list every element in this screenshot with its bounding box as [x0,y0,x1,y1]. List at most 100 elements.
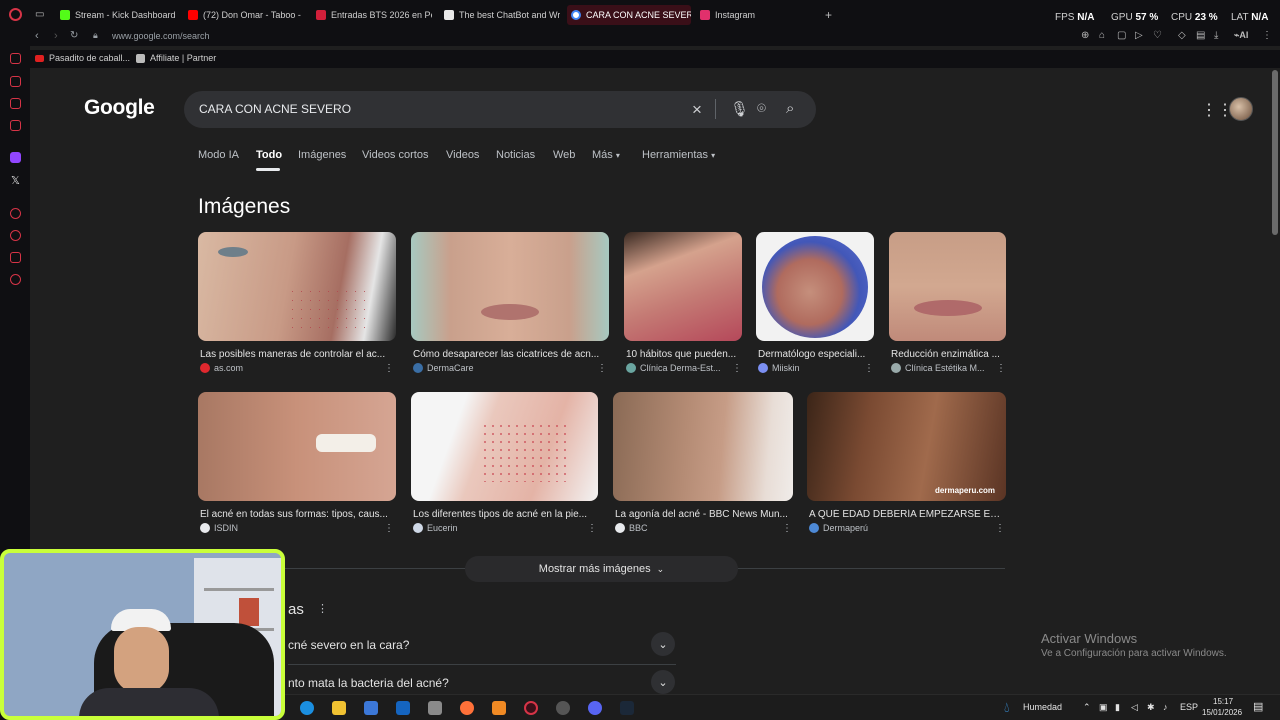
tab-kick[interactable]: Stream - Kick Dashboard [56,5,178,25]
new-tab-button[interactable]: + [825,8,832,22]
more-options-icon[interactable]: ⋮ [864,363,874,374]
more-options-icon[interactable]: ⋮ [317,602,328,615]
language-indicator[interactable]: ESP [1180,702,1198,712]
result-thumbnail[interactable] [411,392,598,501]
play-icon[interactable]: ▷ [1135,30,1143,41]
clock-icon[interactable] [10,230,21,241]
image-caption[interactable]: 10 hábitos que pueden... [626,349,742,360]
result-thumbnail[interactable]: dermaperu.com [807,392,1006,501]
tab-bts[interactable]: Entradas BTS 2026 en Per [312,5,432,25]
tab-todo[interactable]: Todo [256,149,282,161]
clock-time[interactable]: 15:17 [1213,697,1233,706]
image-source[interactable]: Dermaperú [809,523,868,533]
image-caption[interactable]: La agonía del acné - BBC News Mun... [615,509,792,520]
snapshot-icon[interactable]: ▢ [1117,30,1126,41]
image-caption[interactable]: Cómo desaparecer las cicatrices de acn..… [413,349,608,360]
image-source[interactable]: Eucerin [413,523,458,533]
volume-icon[interactable]: ♪ [1163,702,1168,712]
more-options-icon[interactable]: ⋮ [587,523,597,534]
tab-chatbot[interactable]: The best ChatBot and Wr [440,5,560,25]
history-icon[interactable] [10,208,21,219]
extensions-icon[interactable]: ◇ [1178,30,1186,41]
more-options-icon[interactable]: ⋮ [384,523,394,534]
clock-date[interactable]: 15/01/2026 [1202,708,1242,717]
back-icon[interactable]: ‹ [35,30,39,42]
tab-modo-ia[interactable]: Modo IA [198,149,239,161]
image-source[interactable]: as.com [200,363,243,373]
tab-instagram[interactable]: Instagram [696,5,776,25]
image-caption[interactable]: El acné en todas sus formas: tipos, caus… [200,509,395,520]
chatgpt-icon[interactable] [10,76,21,87]
speaker-icon[interactable]: ◁ [1131,702,1138,713]
steam-icon[interactable] [620,701,634,715]
tab-herramientas[interactable]: Herramientas ▾ [642,149,715,161]
firefox-icon[interactable] [460,701,474,715]
microphone-tray-icon[interactable]: ▮ [1115,702,1120,713]
result-thumbnail[interactable] [889,232,1006,341]
obs-icon[interactable] [556,701,570,715]
workspace-icon[interactable]: ▭ [35,9,44,20]
tab-youtube[interactable]: (72) Don Omar - Taboo - Y [184,5,302,25]
result-thumbnail[interactable] [198,392,396,501]
lens-camera-icon[interactable]: ⌾ [757,100,766,117]
tab-imagenes[interactable]: Imágenes [298,149,346,161]
more-options-icon[interactable]: ⋮ [597,363,607,374]
outlook-icon[interactable] [396,701,410,715]
more-options-icon[interactable]: ⋮ [732,363,742,374]
url-field[interactable]: www.google.com/search [112,31,210,41]
image-caption[interactable]: Dermatólogo especiali... [758,349,874,360]
image-source[interactable]: ISDIN [200,523,238,533]
result-thumbnail[interactable] [756,232,874,341]
weather-label[interactable]: Humedad [1023,702,1062,712]
image-caption[interactable]: Las posibles maneras de controlar el ac.… [200,349,395,360]
paa-question[interactable]: nto mata la bacteria del acné? [288,676,449,690]
result-thumbnail[interactable] [198,232,396,341]
tab-google-search[interactable]: CARA CON ACNE SEVERO [567,5,691,25]
tab-noticias[interactable]: Noticias [496,149,535,161]
chevron-down-icon[interactable]: ⌄ [651,670,675,694]
image-caption[interactable]: Los diferentes tipos de acné en la pie..… [413,509,597,520]
network-icon[interactable]: ▣ [1099,702,1108,713]
search-input[interactable]: CARA CON ACNE SEVERO [199,102,351,116]
image-source[interactable]: DermaCare [413,363,474,373]
paa-question[interactable]: cné severo en la cara? [288,638,409,652]
extensions-sidebar-icon[interactable] [10,252,21,263]
photos-icon[interactable] [428,701,442,715]
more-options-icon[interactable]: ⋮ [384,363,394,374]
aria-ai-button[interactable]: ⌁AI [1234,30,1248,41]
forward-icon[interactable]: › [54,30,58,42]
reload-icon[interactable]: ↻ [70,30,78,41]
image-source[interactable]: Clínica Estétika M... [891,363,985,373]
image-caption[interactable]: A QUÉ EDAD DEBERÍA EMPEZARSE EL T... [809,509,1005,520]
pin-icon[interactable]: ⌂ [1099,30,1105,41]
file-explorer-icon[interactable] [332,701,346,715]
wallet-icon[interactable]: ▤ [1196,30,1205,41]
store-icon[interactable] [364,701,378,715]
tab-videos[interactable]: Videos [446,149,479,161]
clear-icon[interactable]: × [692,100,702,120]
google-logo[interactable]: Google [84,96,155,120]
x-twitter-icon[interactable]: 𝕏 [11,174,20,187]
tab-mas[interactable]: Más ▾ [592,149,620,161]
chevron-down-icon[interactable]: ⌄ [651,632,675,656]
microphone-icon[interactable]: 🎙︎ [730,100,749,118]
bookmark-item[interactable]: Pasadito de caball... [35,53,130,63]
messenger-icon[interactable] [10,98,21,109]
scrollbar[interactable] [1272,70,1278,235]
vlc-icon[interactable] [492,701,506,715]
edge-icon[interactable] [300,701,314,715]
show-more-images-button[interactable]: Mostrar más imágenes ⌄ [465,556,738,582]
more-options-icon[interactable]: ⋮ [995,523,1005,534]
opera-taskbar-icon[interactable] [524,701,538,715]
heart-icon[interactable]: ♡ [1153,30,1162,41]
bluetooth-icon[interactable]: ✱ [1147,702,1155,713]
more-options-icon[interactable]: ⋮ [996,363,1006,374]
image-caption[interactable]: Reducción enzimática ... [891,349,1006,360]
menu-icon[interactable]: ⋮ [1262,30,1272,41]
opera-logo-icon[interactable] [9,8,22,21]
discord-icon[interactable] [588,701,602,715]
bookmark-item[interactable]: Affiliate | Partner [136,53,216,63]
notification-icon[interactable]: ▤ [1253,700,1263,713]
more-options-icon[interactable]: ⋮ [782,523,792,534]
tab-videos-cortos[interactable]: Videos cortos [362,149,428,161]
